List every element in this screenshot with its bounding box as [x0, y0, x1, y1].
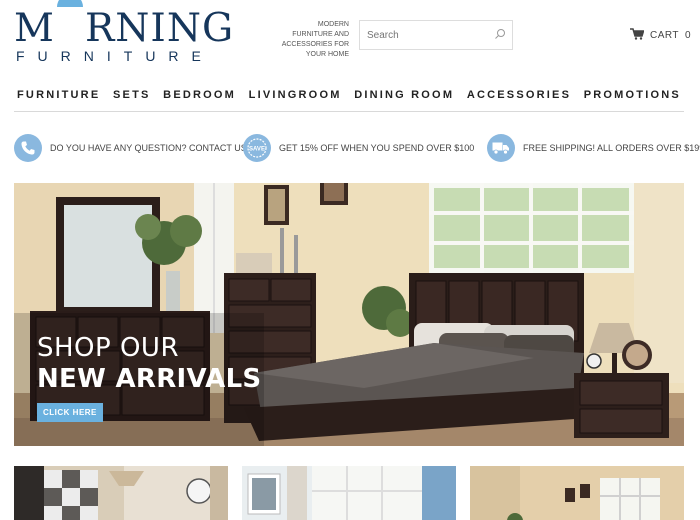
category-thumb-2[interactable] [242, 466, 456, 520]
search-box[interactable] [359, 20, 513, 50]
cart-button[interactable]: CART 0 [630, 28, 691, 43]
sun-logo-icon [54, 0, 85, 41]
logo-wordmark: M RNING [14, 0, 234, 50]
search-icon[interactable] [494, 27, 506, 45]
click-here-button[interactable]: CLICK HERE [37, 403, 103, 422]
info-shipping-text: FREE SHIPPING! ALL ORDERS OVER $199 [523, 143, 700, 153]
category-thumb-3[interactable] [470, 466, 684, 520]
truck-icon [487, 134, 515, 162]
svg-text:SAVE: SAVE [249, 147, 265, 153]
save-badge-icon: SAVE [243, 134, 271, 162]
info-contact-text: DO YOU HAVE ANY QUESTION? CONTACT US [50, 143, 247, 153]
nav-accessories[interactable]: ACCESSORIES [467, 89, 571, 101]
hero-bedroom-image [14, 183, 684, 446]
nav-livingroom[interactable]: LIVINGROOM [249, 89, 342, 101]
cart-icon [630, 28, 645, 43]
thumb-1-image [14, 466, 228, 520]
logo[interactable]: M RNING FURNITURE [14, 0, 233, 64]
phone-icon [14, 134, 42, 162]
hero-banner[interactable]: SHOP OUR NEW ARRIVALS CLICK HERE [14, 183, 684, 446]
info-discount[interactable]: SAVE GET 15% OFF WHEN YOU SPEND OVER $10… [243, 133, 474, 163]
hero-headline-line2: NEW ARRIVALS [37, 364, 262, 394]
cart-label: CART [650, 30, 680, 41]
info-discount-text: GET 15% OFF WHEN YOU SPEND OVER $100 [279, 143, 475, 153]
search-input[interactable] [360, 21, 488, 49]
main-nav: FURNITURE SETS BEDROOM LIVINGROOM DINING… [14, 84, 684, 112]
category-thumb-1[interactable] [14, 466, 228, 520]
thumb-3-image [470, 466, 684, 520]
nav-bedroom[interactable]: BEDROOM [163, 89, 236, 101]
cart-count: 0 [685, 30, 692, 41]
info-contact[interactable]: DO YOU HAVE ANY QUESTION? CONTACT US [14, 133, 247, 163]
info-shipping[interactable]: FREE SHIPPING! ALL ORDERS OVER $199 [487, 133, 700, 163]
nav-sets[interactable]: SETS [113, 89, 151, 101]
hero-headline-line1: SHOP OUR [37, 333, 180, 363]
nav-promotions[interactable]: PROMOTIONS [584, 89, 681, 101]
thumb-2-image [242, 466, 456, 520]
nav-furniture[interactable]: FURNITURE [17, 89, 100, 101]
logo-subtitle: FURNITURE [16, 48, 214, 64]
nav-dining-room[interactable]: DINING ROOM [354, 89, 454, 101]
tagline: MODERN FURNITURE AND ACCESSORIES FOR YOU… [281, 21, 349, 58]
